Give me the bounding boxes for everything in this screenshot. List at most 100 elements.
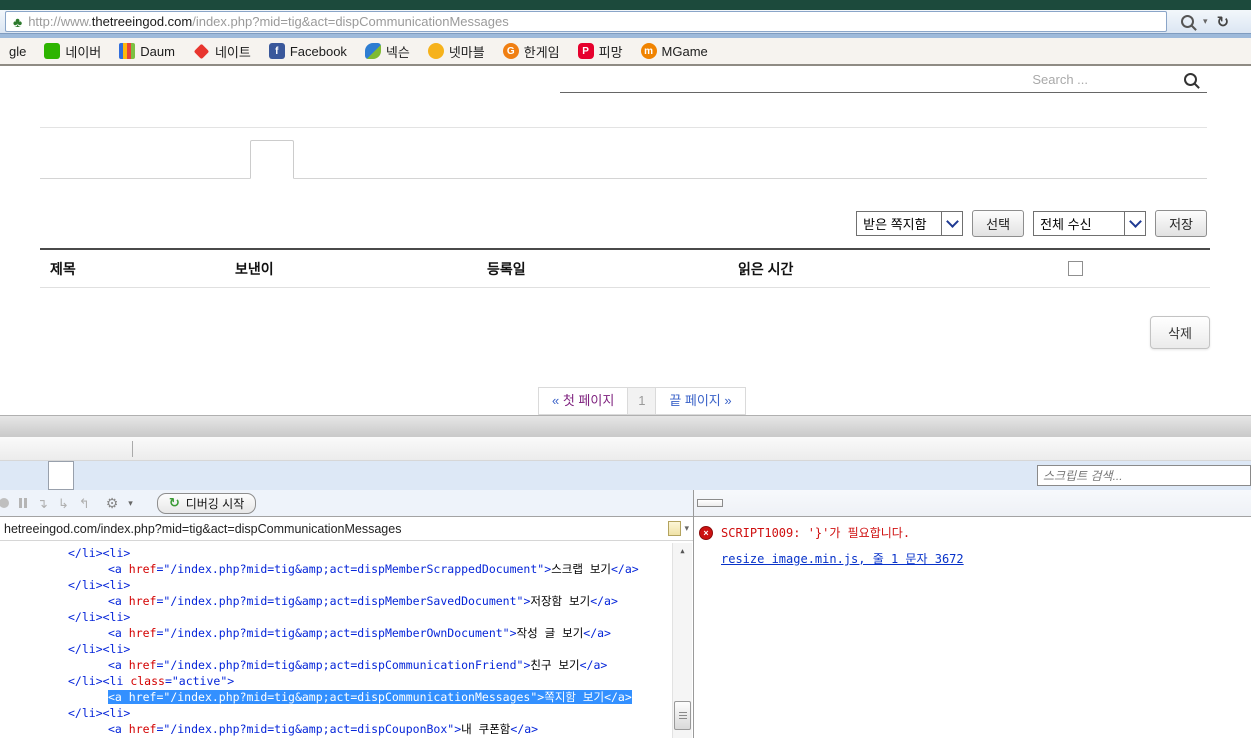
source-code-view[interactable]: </li><li><a href="/index.php?mid=tig&amp… [0,541,693,738]
favorites-item[interactable]: 넥슨 [356,38,419,64]
pause-icon[interactable] [19,498,22,508]
scrollbar-thumb[interactable] [674,701,691,730]
receive-select[interactable]: 전체 수신 [1033,211,1146,236]
delete-button[interactable]: 삭제 [1150,316,1210,349]
site-search-box[interactable]: Search ... [560,66,1207,93]
code-line[interactable]: <a href="/index.php?mid=tig&amp;act=disp… [0,625,693,641]
mailbox-select-value: 받은 쪽지함 [857,212,941,235]
favorite-site-icon [119,43,135,59]
url-text: http://www.thetreeingod.com/index.php?mi… [28,14,509,29]
member-tab[interactable] [124,140,166,178]
debug-side-tab[interactable] [755,500,783,506]
code-line[interactable]: </li><li> [0,609,693,625]
favorites-item[interactable]: f Facebook [260,38,356,64]
code-line[interactable]: </li><li> [0,641,693,657]
select-arrow-icon[interactable] [1124,212,1145,235]
refresh-icon[interactable]: ↻ [1217,13,1230,31]
favorite-site-label: MGame [662,44,708,59]
favorites-item[interactable]: Daum [110,38,184,64]
favorite-site-label: 넥슨 [386,42,410,61]
code-line[interactable]: <a href="/index.php?mid=tig&amp;act=disp… [0,721,693,737]
step-into-icon[interactable]: ↳ [58,497,69,510]
favorites-item[interactable]: 네이버 [35,38,110,64]
member-tab[interactable] [208,140,250,178]
devtools-tab[interactable] [0,461,24,490]
code-line[interactable]: <a href="/index.php?mid=tig&amp;act=disp… [0,689,693,705]
last-page-button[interactable]: 끝 페이지 » [655,387,745,415]
step-out-icon[interactable]: ↰ [79,497,90,510]
member-tab[interactable] [40,140,82,178]
devtools-menubar [0,437,1251,461]
script-file-dropdown-icon[interactable]: ▾ [684,523,689,534]
mailbox-select[interactable]: 받은 쪽지함 [856,211,963,236]
script-file-url: hetreeingod.com/index.php?mid=tig&act=di… [4,522,668,536]
code-line[interactable]: <a href="/index.php?mid=tig&amp;act=disp… [0,657,693,673]
devtools-main: ↴ ↳ ↰ ⚙ ▾ ↻ 디버깅 시작 hetreeingod.com/index… [0,490,1251,738]
delete-row: 삭제 [1150,316,1210,349]
start-debugging-button[interactable]: ↻ 디버깅 시작 [157,493,256,514]
scroll-up-icon[interactable]: ▲ [673,543,692,559]
debug-side-tab[interactable] [727,500,755,506]
code-line[interactable]: </li><li> [0,577,693,593]
favorite-site-label: 넷마블 [449,42,485,61]
devtools-console-pane: × SCRIPT1009: '}'가 필요합니다. resize image.m… [694,490,1251,738]
col-date: 등록일 [487,259,738,279]
url-field[interactable]: ♣ http://www.thetreeingod.com/index.php?… [5,11,1167,32]
save-button[interactable]: 저장 [1155,210,1207,237]
debug-side-tab[interactable] [783,500,811,506]
favorite-site-label: 피망 [599,42,623,61]
address-bar: ♣ http://www.thetreeingod.com/index.php?… [0,10,1251,33]
favorites-item[interactable]: gle [0,38,35,64]
search-dropdown-icon[interactable]: ▾ [1203,16,1208,27]
current-page[interactable]: 1 [627,387,656,415]
code-line[interactable]: <a href="/index.php?mid=tig&amp;act=disp… [0,593,693,609]
site-search-icon[interactable] [1184,73,1197,86]
step-over-icon[interactable]: ↴ [37,497,48,510]
member-tab[interactable] [250,140,294,179]
select-arrow-icon[interactable] [941,212,962,235]
favorite-site-icon [428,43,444,59]
code-line[interactable]: </li><li> [0,705,693,721]
favorite-site-label: 네이트 [215,42,251,61]
col-title: 제목 [40,259,235,279]
devtools-script-pane: ↴ ↳ ↰ ⚙ ▾ ↻ 디버깅 시작 hetreeingod.com/index… [0,490,694,738]
debug-side-tab[interactable] [697,499,723,507]
select-all-checkbox[interactable] [1068,261,1083,276]
favorite-site-icon: m [641,43,657,59]
address-search-icon[interactable] [1181,15,1194,28]
favorites-item[interactable]: P 피망 [569,38,632,64]
devtools-tabbar [0,461,1251,490]
first-page-button[interactable]: « 첫 페이지 [538,387,628,415]
devtools-tab[interactable] [98,461,122,490]
favorites-item[interactable]: m MGame [632,38,717,64]
nav-divider [40,127,1207,128]
pagination: « 첫 페이지 1 끝 페이지 » [538,387,746,415]
member-tab[interactable] [166,140,208,178]
favorites-item[interactable]: 넷마블 [419,38,494,64]
script-file-selector[interactable]: hetreeingod.com/index.php?mid=tig&act=di… [0,517,693,541]
devtools-tab[interactable] [48,461,74,490]
debug-side-tabs [694,490,1251,517]
console-error-link[interactable]: resize image.min.js, 줄 1 문자 3672 [721,550,1251,567]
continue-icon[interactable] [0,498,9,508]
favorite-site-icon: G [503,43,519,59]
devtools-tab[interactable] [74,461,98,490]
code-line[interactable]: </li><li> [0,545,693,561]
code-scrollbar[interactable]: ▲ [672,543,692,738]
script-search-input[interactable] [1037,465,1251,486]
debug-settings-icon[interactable]: ⚙ [106,495,119,512]
favorites-item[interactable]: G 한게임 [494,38,569,64]
code-line[interactable]: </li><li class="active"> [0,673,693,689]
favorite-site-label: gle [9,44,26,59]
member-tab[interactable] [294,140,336,178]
favorite-site-icon [365,43,381,59]
member-tab[interactable] [82,140,124,178]
favorite-site-icon [194,43,210,59]
devtools-tab[interactable] [24,461,48,490]
favorites-item[interactable]: 네이트 [184,38,260,64]
debug-side-tab[interactable] [811,500,839,506]
favorite-site-label: 한게임 [524,42,560,61]
debug-settings-dropdown-icon[interactable]: ▾ [128,498,133,509]
code-line[interactable]: <a href="/index.php?mid=tig&amp;act=disp… [0,561,693,577]
select-button[interactable]: 선택 [972,210,1024,237]
